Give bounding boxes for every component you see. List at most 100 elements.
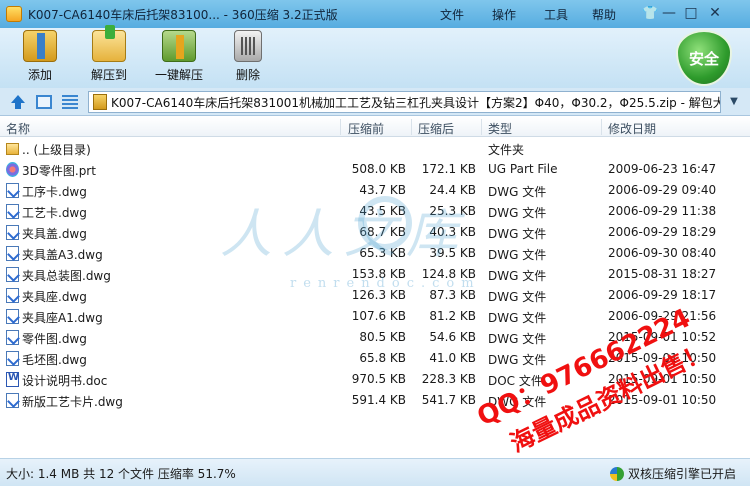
file-name: 工序卡.dwg [22, 185, 87, 199]
folder-icon [6, 143, 19, 155]
file-type: DWG 文件 [488, 290, 547, 304]
path-field[interactable]: K007-CA6140车床后托架831001机械加工工艺及钻三杠孔夹具设计【方案… [88, 91, 721, 113]
file-type: 文件夹 [488, 143, 525, 157]
dual-core-engine-icon [609, 466, 624, 481]
column-separator[interactable] [340, 119, 341, 135]
prt-file-icon [6, 162, 19, 177]
menu-help[interactable]: 帮助 [582, 6, 626, 23]
file-name: 3D零件图.prt [22, 164, 96, 178]
file-size: 508.0 KB [351, 162, 406, 176]
file-name: 夹具总装图.dwg [22, 269, 111, 283]
add-button[interactable]: 添加 [20, 30, 60, 86]
delete-button[interactable]: 删除 [230, 30, 266, 86]
file-size: 80.5 KB [359, 330, 406, 344]
watermark-logo: 人人文库 [220, 205, 469, 265]
file-size: 65.8 KB [359, 351, 406, 365]
file-type: DWG 文件 [488, 353, 547, 367]
minimize-button[interactable]: — [658, 5, 680, 23]
file-size: 970.5 KB [351, 372, 406, 386]
file-compressed-size: 541.7 KB [421, 393, 476, 407]
security-badge-label: 安全 [688, 49, 719, 68]
column-modified[interactable]: 修改日期 [608, 120, 656, 137]
skin-icon[interactable]: 👕 [642, 7, 658, 21]
file-name: 新版工艺卡片.dwg [22, 395, 123, 409]
file-name: 工艺卡.dwg [22, 206, 87, 220]
file-list-header: 名称 压缩前 压缩后 类型 修改日期 [0, 117, 750, 137]
file-name: 零件图.dwg [22, 332, 87, 346]
file-type: DWG 文件 [488, 248, 547, 262]
window-title: K007-CA6140车床后托架83100... - 360压缩 3.2正式版 [28, 7, 338, 22]
watermark-site: renrendoc.com [290, 276, 481, 291]
dwg-file-icon [6, 204, 19, 219]
thumbnail-view-icon[interactable] [36, 95, 52, 109]
toolbar: 添加 解压到 一键解压 删除 安全 [0, 25, 750, 88]
list-view-icon[interactable] [62, 95, 78, 109]
file-compressed-size: 41.0 KB [429, 351, 476, 365]
file-modified: 2015-08-31 18:27 [608, 267, 717, 281]
column-size[interactable]: 压缩前 [348, 120, 384, 137]
file-compressed-size: 54.6 KB [429, 330, 476, 344]
engine-status[interactable]: 双核压缩引擎已开启 [609, 465, 736, 482]
one-click-extract-button[interactable]: 一键解压 [152, 30, 206, 86]
file-name: 夹具座A1.dwg [22, 311, 103, 325]
dwg-file-icon [6, 267, 19, 282]
menu-file[interactable]: 文件 [426, 6, 478, 23]
column-name[interactable]: 名称 [6, 120, 30, 137]
status-bar: 大小: 1.4 MB 共 12 个文件 压缩率 51.7% 双核压缩引擎已开启 [0, 458, 750, 486]
dwg-file-icon [6, 288, 19, 303]
file-name: .. (上级目录) [22, 143, 91, 157]
file-modified: 2006-09-29 11:38 [608, 204, 717, 218]
extract-label: 解压到 [90, 68, 127, 82]
add-label: 添加 [27, 68, 52, 82]
file-type: UG Part File [488, 162, 558, 176]
column-type[interactable]: 类型 [488, 120, 512, 137]
column-separator[interactable] [601, 119, 602, 135]
menu-bar: 文件 操作 工具 帮助 [426, 6, 626, 23]
file-name: 设计说明书.doc [22, 374, 108, 388]
file-modified: 2006-09-29 18:29 [608, 225, 717, 239]
file-size: 591.4 KB [351, 393, 406, 407]
dwg-file-icon [6, 309, 19, 324]
file-size: 107.6 KB [351, 309, 406, 323]
menu-operation[interactable]: 操作 [478, 6, 530, 23]
column-separator[interactable] [481, 119, 482, 135]
file-type: DWG 文件 [488, 311, 547, 325]
dwg-file-icon [6, 351, 19, 366]
maximize-button[interactable]: □ [680, 5, 702, 23]
file-type: DWG 文件 [488, 227, 547, 241]
file-name: 夹具盖.dwg [22, 227, 87, 241]
file-name: 毛坯图.dwg [22, 353, 87, 367]
app-logo-icon [6, 6, 22, 22]
menu-tools[interactable]: 工具 [530, 6, 582, 23]
security-shield-icon[interactable]: 安全 [676, 30, 732, 86]
file-list: .. (上级目录) 文件夹 3D零件图.prt 508.0 KB 172.1 K… [0, 138, 750, 456]
close-button[interactable]: ✕ [702, 5, 728, 23]
path-dropdown-button[interactable]: ▼ [724, 91, 744, 113]
column-separator[interactable] [411, 119, 412, 135]
file-name: 夹具座.dwg [22, 290, 87, 304]
doc-file-icon [6, 372, 19, 387]
extract-button[interactable]: 解压到 [86, 25, 132, 86]
one-click-extract-icon [162, 30, 196, 62]
file-type: DWG 文件 [488, 269, 547, 283]
engine-status-text: 双核压缩引擎已开启 [627, 467, 736, 481]
up-arrow-icon[interactable] [10, 95, 26, 109]
dwg-file-icon [6, 246, 19, 261]
file-modified: 2006-09-29 09:40 [608, 183, 717, 197]
column-compressed[interactable]: 压缩后 [418, 120, 454, 137]
extract-icon [92, 25, 126, 62]
file-modified: 2009-06-23 16:47 [608, 162, 717, 176]
title-bar: K007-CA6140车床后托架83100... - 360压缩 3.2正式版 … [0, 0, 750, 28]
trash-icon [234, 30, 262, 62]
zip-archive-icon [93, 94, 107, 110]
table-row[interactable]: .. (上级目录) 文件夹 [0, 138, 750, 159]
one-click-extract-label: 一键解压 [154, 68, 203, 82]
table-row[interactable]: 3D零件图.prt 508.0 KB 172.1 KB UG Part File… [0, 159, 750, 180]
file-type: DWG 文件 [488, 332, 547, 346]
address-bar: K007-CA6140车床后托架831001机械加工工艺及钻三杠孔夹具设计【方案… [0, 88, 750, 116]
dwg-file-icon [6, 183, 19, 198]
status-summary: 大小: 1.4 MB 共 12 个文件 压缩率 51.7% [6, 467, 236, 481]
dwg-file-icon [6, 225, 19, 240]
file-modified: 2006-09-30 08:40 [608, 246, 717, 260]
add-icon [23, 30, 57, 62]
